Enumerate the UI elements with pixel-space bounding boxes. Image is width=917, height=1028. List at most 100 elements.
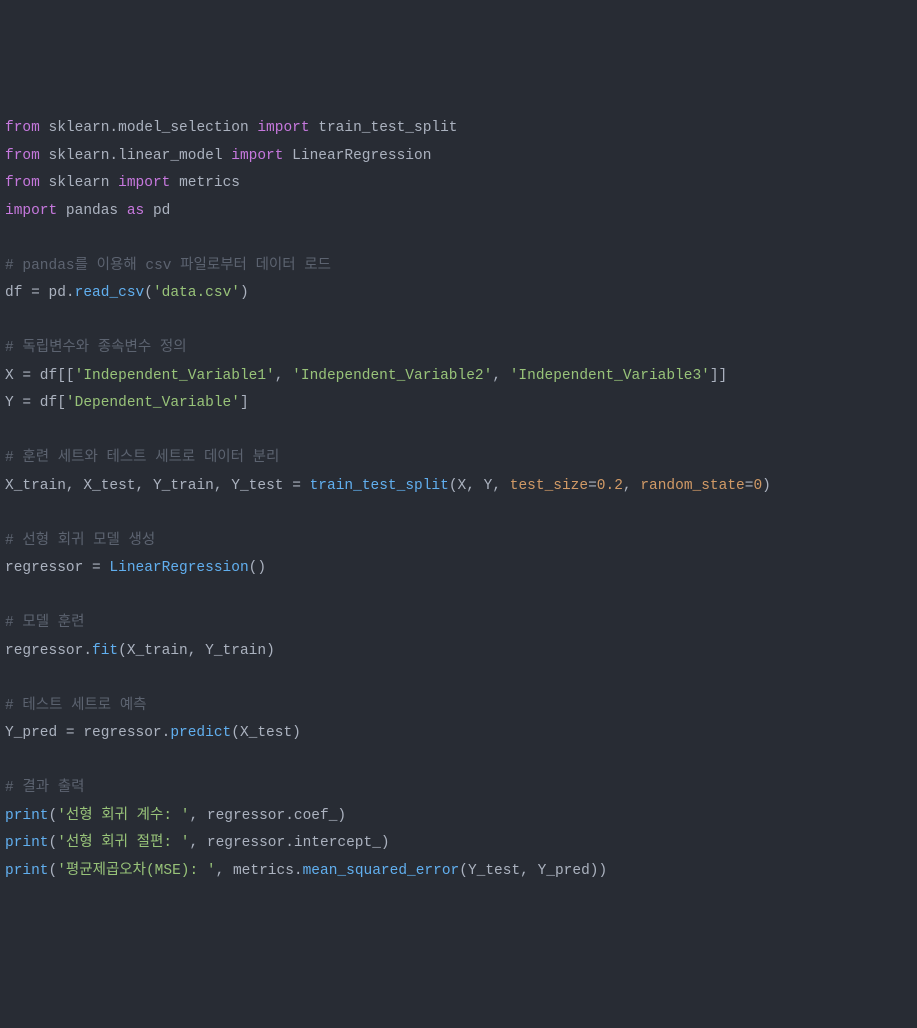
code-token-id: ] [240,395,249,411]
code-token-id: Y_pred)) [538,863,608,879]
code-token-id: ( [49,863,58,879]
code-token-kw: import [118,175,179,191]
code-line[interactable] [5,583,912,611]
code-token-call: print [5,808,49,824]
code-token-id: sklearn.model_selection [49,120,258,136]
code-line[interactable]: print('선형 회귀 계수: ', regressor.coef_) [5,803,912,831]
code-token-num: 0.2 [597,478,623,494]
code-token-id: Y_pred = regressor. [5,725,170,741]
code-line[interactable]: # 테스트 세트로 예측 [5,693,912,721]
code-line[interactable] [5,308,912,336]
code-token-id: Y_train [153,478,214,494]
code-token-id: (X [449,478,466,494]
code-token-call: print [5,863,49,879]
code-token-id: regressor.coef_) [207,808,346,824]
code-token-call: read_csv [75,285,145,301]
code-line[interactable]: X_train, X_test, Y_train, Y_test = train… [5,473,912,501]
code-line[interactable]: # 결과 출력 [5,775,912,803]
code-token-id: pd [153,203,170,219]
code-token-id: LinearRegression [292,148,431,164]
code-token-id: Y_test = [231,478,309,494]
code-line[interactable]: # 선형 회귀 모델 생성 [5,528,912,556]
code-token-id: ( [49,835,58,851]
code-token-id: X_test [83,478,135,494]
code-token-cmt: # 독립변수와 종속변수 정의 [5,340,187,356]
code-line[interactable]: Y_pred = regressor.predict(X_test) [5,720,912,748]
code-token-id: , [136,478,153,494]
code-token-id: ( [49,808,58,824]
code-token-id: train_test_split [318,120,457,136]
code-token-kw: from [5,120,49,136]
code-token-cmt: # 모델 훈련 [5,615,84,631]
code-token-id: (X_train [118,643,188,659]
code-line[interactable]: X = df[['Independent_Variable1', 'Indepe… [5,363,912,391]
code-line[interactable]: Y = df['Dependent_Variable'] [5,390,912,418]
code-token-id: Y = df[ [5,395,66,411]
code-token-id: ) [762,478,771,494]
code-token-kw: as [127,203,153,219]
code-token-kw: import [257,120,318,136]
code-token-call: train_test_split [310,478,449,494]
code-token-call: mean_squared_error [303,863,460,879]
code-line[interactable]: from sklearn import metrics [5,170,912,198]
code-line[interactable] [5,665,912,693]
code-line[interactable]: regressor.fit(X_train, Y_train) [5,638,912,666]
code-line[interactable] [5,500,912,528]
code-token-str: 'data.csv' [153,285,240,301]
code-line[interactable]: import pandas as pd [5,198,912,226]
code-token-id: , [214,478,231,494]
code-token-param: random_state [640,478,744,494]
code-token-id: X_train [5,478,66,494]
code-token-id: , [466,478,483,494]
code-token-id: ) [240,285,249,301]
code-token-param: test_size [510,478,588,494]
code-line[interactable]: print('평균제곱오차(MSE): ', metrics.mean_squa… [5,858,912,886]
code-token-id: (X_test) [231,725,301,741]
code-token-id: () [249,560,266,576]
code-token-id: Y_train) [205,643,275,659]
code-token-id: regressor. [5,643,92,659]
code-token-id: , [492,368,509,384]
code-token-kw: import [5,203,66,219]
code-line[interactable]: # pandas를 이용해 csv 파일로부터 데이터 로드 [5,253,912,281]
code-token-kw: from [5,148,49,164]
code-token-cmt: # 훈련 세트와 테스트 세트로 데이터 분리 [5,450,279,466]
code-token-call: LinearRegression [109,560,248,576]
code-token-kw: import [231,148,292,164]
code-token-id: ( [144,285,153,301]
code-token-id: ]] [710,368,727,384]
code-token-cmt: # 결과 출력 [5,780,84,796]
code-token-id: pandas [66,203,127,219]
code-token-cmt: # 선형 회귀 모델 생성 [5,533,155,549]
code-line[interactable]: # 독립변수와 종속변수 정의 [5,335,912,363]
code-editor[interactable]: from sklearn.model_selection import trai… [5,115,912,885]
code-line[interactable]: # 모델 훈련 [5,610,912,638]
code-line[interactable]: print('선형 회귀 절편: ', regressor.intercept_… [5,830,912,858]
code-line[interactable]: df = pd.read_csv('data.csv') [5,280,912,308]
code-token-id: df = pd. [5,285,75,301]
code-token-id: sklearn [49,175,119,191]
code-token-str: '선형 회귀 계수: ' [57,808,189,824]
code-token-id: X = df[[ [5,368,75,384]
code-token-str: 'Independent_Variable2' [292,368,492,384]
code-token-id: (Y_test [459,863,520,879]
code-token-id: , [216,863,233,879]
code-line[interactable] [5,418,912,446]
code-line[interactable] [5,748,912,776]
code-token-str: '선형 회귀 절편: ' [57,835,189,851]
code-token-cmt: # 테스트 세트로 예측 [5,698,147,714]
code-token-id: , [623,478,640,494]
code-token-id: metrics [179,175,240,191]
code-token-str: '평균제곱오차(MSE): ' [57,863,215,879]
code-line[interactable]: # 훈련 세트와 테스트 세트로 데이터 분리 [5,445,912,473]
code-token-id: metrics. [233,863,303,879]
code-line[interactable]: from sklearn.linear_model import LinearR… [5,143,912,171]
code-line[interactable]: regressor = LinearRegression() [5,555,912,583]
code-token-id: regressor = [5,560,109,576]
code-line[interactable]: from sklearn.model_selection import trai… [5,115,912,143]
code-token-cmt: # pandas를 이용해 csv 파일로부터 데이터 로드 [5,258,331,274]
code-line[interactable] [5,225,912,253]
code-token-id: = [588,478,597,494]
code-token-id: , [189,835,206,851]
code-token-str: 'Independent_Variable3' [510,368,710,384]
